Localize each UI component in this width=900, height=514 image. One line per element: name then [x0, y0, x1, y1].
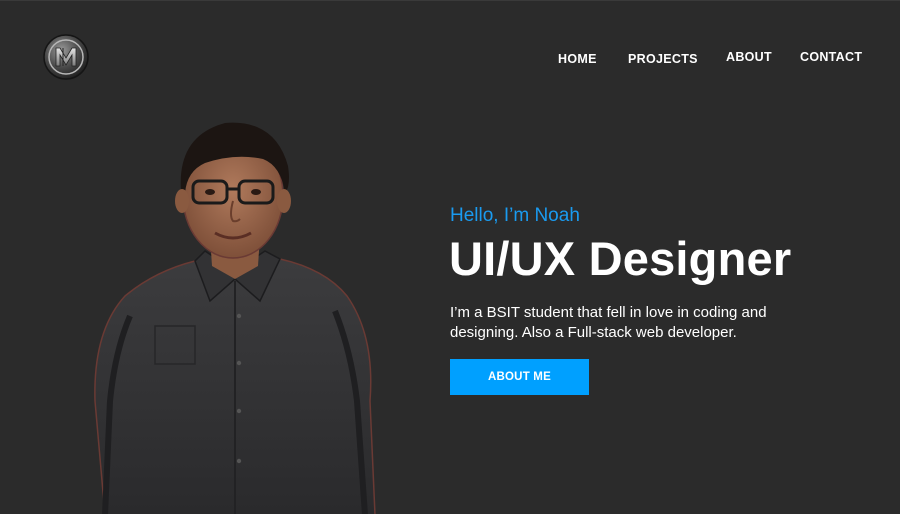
- profile-photo: [94, 122, 376, 514]
- main-nav: HOME PROJECTS ABOUT CONTACT: [0, 49, 900, 69]
- nav-contact-link[interactable]: CONTACT: [800, 50, 862, 64]
- about-me-button[interactable]: ABOUT ME: [450, 359, 589, 395]
- nav-projects-link[interactable]: PROJECTS: [628, 52, 698, 66]
- landing-page: HOME PROJECTS ABOUT CONTACT Hello, I’m N…: [0, 0, 900, 514]
- nav-about-link[interactable]: ABOUT: [726, 50, 772, 64]
- hero-greeting: Hello, I’m Noah: [450, 205, 580, 226]
- hero-description: I’m a BSIT student that fell in love in …: [450, 304, 767, 341]
- nav-home-link[interactable]: HOME: [558, 52, 597, 66]
- hero-headline: UI/UX Designer: [449, 232, 792, 285]
